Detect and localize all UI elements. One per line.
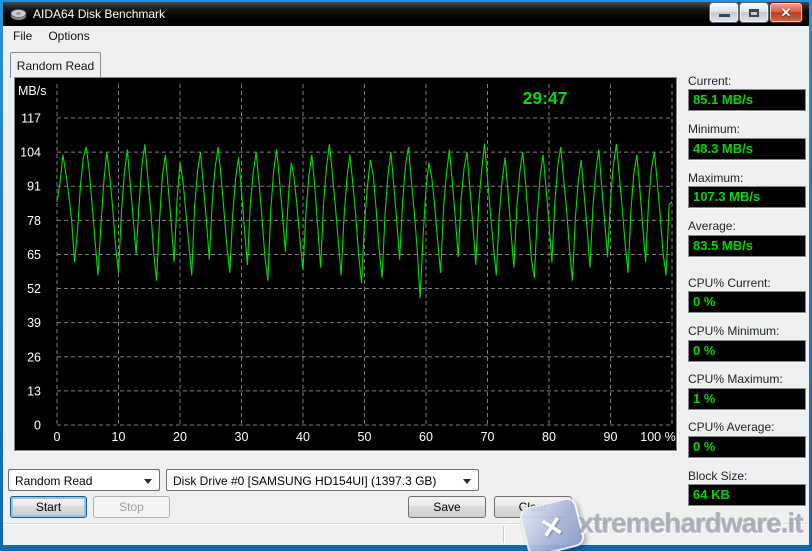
svg-text:13: 13: [27, 384, 41, 398]
stat-label-minimum: Minimum:: [688, 122, 740, 136]
svg-text:65: 65: [27, 248, 41, 262]
svg-text:117: 117: [21, 112, 41, 126]
menu-options[interactable]: Options: [40, 26, 97, 47]
benchmark-type-select[interactable]: Random Read: [8, 469, 160, 491]
svg-text:100 %: 100 %: [640, 430, 675, 444]
stat-value-current: 85.1 MB/s: [688, 89, 806, 111]
stat-label-cpu-average: CPU% Average:: [688, 420, 775, 434]
svg-text:29:47: 29:47: [523, 88, 568, 108]
svg-text:90: 90: [604, 430, 618, 444]
svg-text:78: 78: [27, 214, 41, 228]
svg-text:80: 80: [542, 430, 556, 444]
maximize-icon: [749, 9, 759, 17]
svg-text:40: 40: [296, 430, 310, 444]
svg-text:60: 60: [419, 430, 433, 444]
stat-value-block-size: 64 KB: [688, 484, 806, 506]
menu-bar: File Options: [3, 26, 811, 47]
app-window: AIDA64 Disk Benchmark ✕ File Options Ran…: [0, 0, 812, 551]
stat-value-average: 83.5 MB/s: [688, 235, 806, 257]
stat-label-cpu-current: CPU% Current:: [688, 276, 771, 290]
svg-text:0: 0: [34, 419, 41, 433]
svg-text:50: 50: [358, 430, 372, 444]
svg-text:104: 104: [20, 146, 41, 160]
svg-text:52: 52: [27, 282, 41, 296]
svg-text:26: 26: [27, 350, 41, 364]
stat-value-cpu-minimum: 0 %: [688, 340, 806, 362]
menu-file[interactable]: File: [5, 26, 40, 47]
stat-value-cpu-maximum: 1 %: [688, 388, 806, 410]
app-body: File Options Random Read 117 104 91 78 65 52 3…: [3, 26, 809, 544]
clear-button[interactable]: Clear: [494, 496, 572, 518]
minimize-icon: [719, 14, 730, 17]
svg-text:MB/s: MB/s: [18, 84, 46, 98]
stat-value-maximum: 107.3 MB/s: [688, 186, 806, 208]
status-bar: [3, 523, 809, 545]
stat-label-cpu-minimum: CPU% Minimum:: [688, 324, 779, 338]
svg-text:20: 20: [173, 430, 187, 444]
start-button[interactable]: Start: [10, 496, 87, 518]
disk-drive-value: Disk Drive #0 [SAMSUNG HD154UI] (1397.3 …: [173, 474, 436, 488]
title-bar: AIDA64 Disk Benchmark: [3, 2, 809, 26]
svg-text:39: 39: [27, 316, 41, 330]
stat-label-cpu-maximum: CPU% Maximum:: [688, 372, 783, 386]
close-icon: ✕: [781, 6, 792, 19]
tab-random-read[interactable]: Random Read: [10, 52, 101, 78]
chevron-down-icon: [463, 479, 471, 484]
status-bar-divider: [503, 526, 504, 543]
benchmark-chart-svg: 117 104 91 78 65 52 39 26 13 0 MB/s 0 10 20 30 40 50 60 70…: [15, 78, 676, 450]
benchmark-chart: 117 104 91 78 65 52 39 26 13 0 MB/s 0 10 20 30 40 50 60 70…: [14, 77, 677, 451]
svg-text:10: 10: [112, 430, 126, 444]
svg-text:30: 30: [235, 430, 249, 444]
benchmark-type-value: Random Read: [15, 474, 92, 488]
stat-value-minimum: 48.3 MB/s: [688, 138, 806, 160]
chevron-down-icon: [144, 479, 152, 484]
window-title: AIDA64 Disk Benchmark: [33, 7, 165, 21]
minimize-button[interactable]: [709, 2, 739, 23]
stat-label-block-size: Block Size:: [688, 469, 747, 483]
disk-icon: [10, 8, 27, 21]
svg-text:70: 70: [481, 430, 495, 444]
stat-value-cpu-average: 0 %: [688, 436, 806, 458]
stat-value-cpu-current: 0 %: [688, 291, 806, 313]
close-button[interactable]: ✕: [769, 2, 803, 23]
stat-label-average: Average:: [688, 219, 736, 233]
stop-button[interactable]: Stop: [93, 496, 170, 518]
stat-label-current: Current:: [688, 74, 731, 88]
svg-text:0: 0: [54, 430, 61, 444]
svg-text:91: 91: [27, 180, 41, 194]
maximize-button[interactable]: [739, 2, 769, 23]
stat-label-maximum: Maximum:: [688, 171, 743, 185]
disk-drive-select[interactable]: Disk Drive #0 [SAMSUNG HD154UI] (1397.3 …: [166, 469, 479, 491]
save-button[interactable]: Save: [408, 496, 486, 518]
